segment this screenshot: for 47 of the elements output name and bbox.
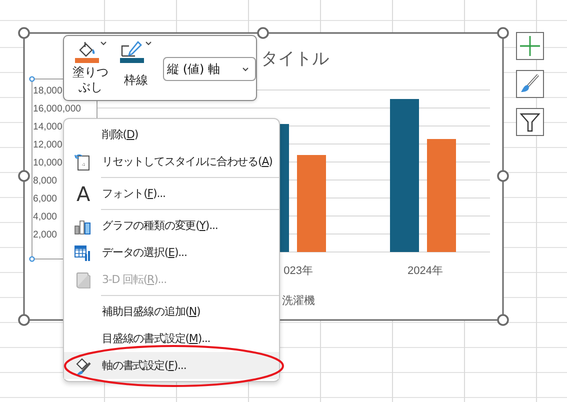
funnel-icon	[519, 111, 541, 133]
axis-label: 6,000	[33, 194, 58, 204]
menu-item[interactable]: データの選択(E)...	[64, 239, 279, 266]
fill-button[interactable]: 塗りつぶし	[72, 36, 109, 95]
chart-title: タイトル	[261, 49, 329, 69]
plus-icon	[519, 35, 541, 57]
selection-handle[interactable]	[29, 256, 35, 262]
menu-item[interactable]: 削除(D)	[64, 121, 279, 148]
axis-label: 8,000	[33, 176, 58, 186]
menu-item[interactable]: リセットしてスタイルに合わせる(A)	[64, 148, 279, 175]
menu-item[interactable]: A フォント(F)...	[64, 180, 279, 207]
chart-elements-button[interactable]	[516, 32, 544, 60]
brush-icon	[74, 356, 92, 374]
chevron-down-icon	[242, 66, 249, 72]
resize-handle[interactable]	[18, 170, 30, 182]
resize-handle[interactable]	[18, 314, 30, 326]
menu-item[interactable]: グラフの種類の変更(Y)...	[64, 212, 279, 239]
reset-style-icon	[74, 152, 92, 170]
axis-label: 10,000	[33, 158, 62, 168]
category-label: 2024年	[408, 265, 443, 277]
outline-button[interactable]: 枠線	[117, 36, 155, 88]
menu-item[interactable]: 補助目盛線の追加(N)	[64, 298, 279, 325]
selection-handle[interactable]	[29, 76, 35, 82]
axis-label: 2,000	[33, 230, 58, 240]
chart-styles-button[interactable]	[516, 70, 544, 98]
data-table-icon	[74, 244, 92, 262]
resize-handle[interactable]	[497, 27, 509, 39]
menu-item[interactable]: 軸の書式設定(F)...	[64, 352, 279, 379]
legend-label: 洗濯機	[282, 295, 315, 307]
chart-filter-button[interactable]	[516, 108, 544, 136]
brush-icon	[519, 73, 541, 95]
menu-item[interactable]: 目盛線の書式設定(M)...	[64, 325, 279, 352]
resize-handle[interactable]	[18, 27, 30, 39]
axis-label: 18,000	[33, 86, 62, 96]
caret-icon	[145, 41, 152, 46]
element-dropdown[interactable]: 縦 (値) 軸	[163, 57, 256, 81]
font-icon: A	[76, 184, 90, 204]
axis-label: 14,000	[33, 122, 62, 132]
axis-label: 12,000	[33, 140, 62, 150]
axis-label: 16,000,000	[33, 104, 82, 114]
pencil-icon	[121, 41, 143, 57]
caret-icon	[100, 41, 106, 46]
axis-label: 4,000	[33, 212, 58, 222]
resize-handle[interactable]	[497, 314, 509, 326]
resize-handle[interactable]	[497, 170, 509, 182]
category-label: 023年	[284, 265, 313, 277]
resize-handle[interactable]	[257, 27, 269, 39]
